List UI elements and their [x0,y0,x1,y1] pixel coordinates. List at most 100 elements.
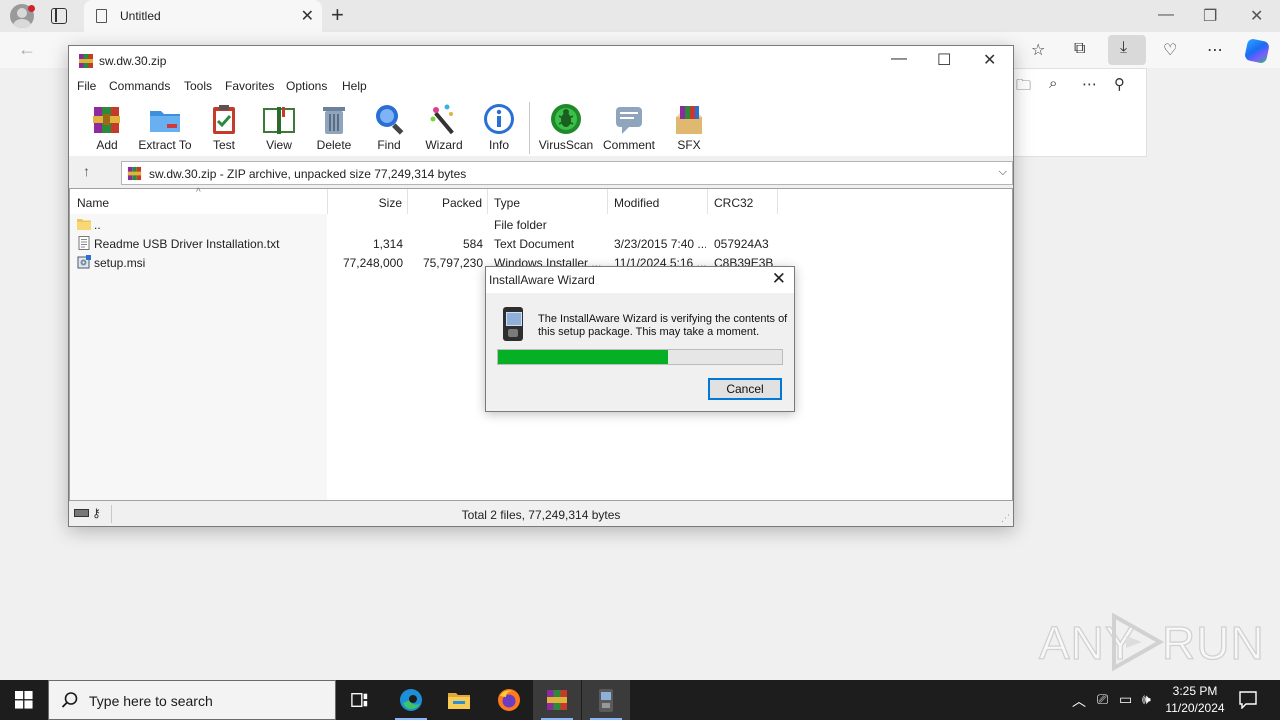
more-menu-icon[interactable]: ⋯ [1207,40,1223,60]
winrar-close-icon[interactable]: ✕ [983,50,996,70]
collections-icon[interactable]: ⧉ [1074,40,1085,58]
winrar-menubar: File Commands Tools Favorites Options He… [69,76,1013,96]
table-row[interactable]: Readme USB Driver Installation.txt 1,314… [70,234,1012,253]
test-button[interactable]: Test [195,100,253,154]
comment-icon [616,107,642,134]
column-header-modified[interactable]: Modified [608,189,708,214]
sfx-label: SFX [677,138,701,152]
comment-button[interactable]: Comment [600,100,658,154]
volume-icon: 🕪 [1142,691,1151,707]
downloads-button[interactable]: ⤓ [1108,35,1146,65]
add-label: Add [96,138,118,152]
dialog-close-icon[interactable]: ✕ [772,269,786,289]
virusscan-button[interactable]: VirusScan [537,100,595,154]
start-button[interactable] [0,680,48,720]
column-header-crc32[interactable]: CRC32 [708,189,778,214]
browser-tab-strip: Untitled ✕ + — ❐ ✕ [0,0,1280,32]
extract-to-button[interactable]: Extract To [136,100,194,154]
view-label: View [266,138,292,152]
open-folder-icon[interactable]: 🗀 [1016,75,1031,100]
magic-wand-icon [430,104,454,135]
new-tab-icon[interactable]: + [331,2,344,28]
up-arrow-icon[interactable]: ↑ [83,163,90,179]
winrar-titlebar[interactable]: sw.dw.30.zip — ☐ ✕ [69,46,1013,76]
tray-network[interactable]: ▭ [1117,680,1137,720]
taskbar-edge[interactable] [387,680,435,720]
play-logo-icon [1112,612,1165,672]
cancel-button[interactable]: Cancel [708,378,782,400]
browser-restore-icon[interactable]: ❐ [1203,6,1217,26]
pin-icon[interactable]: ⚲ [1114,75,1125,93]
address-bar: ↑ sw.dw.30.zip - ZIP archive, unpacked s… [69,158,1013,186]
column-header-size[interactable]: Size [328,189,408,214]
menu-options[interactable]: Options [286,79,327,93]
show-hidden-icons[interactable]: ︿ [1068,680,1088,720]
installaware-taskbar-icon [599,689,613,712]
menu-help[interactable]: Help [342,79,367,93]
cell-name: .. [94,218,101,232]
info-button[interactable]: Info [470,100,528,154]
winrar-maximize-icon[interactable]: ☐ [937,50,951,70]
tray-device[interactable]: ⎚ [1094,680,1114,720]
taskbar-search-input[interactable]: Type here to search [48,680,336,720]
wizard-button[interactable]: Wizard [415,100,473,154]
cell-name: setup.msi [94,256,146,270]
winrar-taskbar-icon [547,690,567,710]
browser-essentials-icon[interactable]: ♡ [1163,40,1177,60]
panel-search-icon[interactable]: ⌕ [1049,75,1057,92]
cell-type: Text Document [494,237,575,251]
taskbar-installaware[interactable] [582,680,630,720]
search-placeholder: Type here to search [89,693,213,709]
view-book-icon [263,107,295,134]
notification-icon [1239,691,1257,709]
browser-close-icon[interactable]: ✕ [1250,6,1263,26]
edge-browser-icon [400,689,422,711]
resize-grip-icon[interactable]: ⋰ [1001,513,1010,524]
page-icon [96,9,107,23]
cell-name: Readme USB Driver Installation.txt [94,237,280,251]
column-header-name[interactable]: Name ^ [70,187,328,214]
table-row[interactable]: .. File folder [70,215,1012,234]
winrar-minimize-icon[interactable]: — [891,50,907,68]
extract-to-label: Extract To [138,138,192,152]
add-button[interactable]: Add [78,100,136,154]
browser-minimize-icon[interactable]: — [1158,6,1174,24]
favorites-icon[interactable]: ☆ [1031,40,1045,60]
delete-label: Delete [316,138,352,152]
taskbar-firefox[interactable] [485,680,533,720]
close-tab-icon[interactable]: ✕ [301,6,314,26]
info-label: Info [488,138,509,152]
tab-actions-icon[interactable] [51,8,67,24]
virus-bug-icon [551,104,581,134]
file-explorer-icon [448,693,470,709]
delete-button[interactable]: Delete [305,100,363,154]
menu-favorites[interactable]: Favorites [225,79,274,93]
menu-commands[interactable]: Commands [109,79,170,93]
test-label: Test [212,138,235,152]
menu-file[interactable]: File [77,79,96,93]
taskbar-winrar[interactable] [533,680,581,720]
browser-tab[interactable]: Untitled ✕ [84,0,322,32]
taskbar-file-explorer[interactable] [435,680,483,720]
panel-more-icon[interactable]: ⋯ [1082,75,1097,93]
installaware-dialog: InstallAware Wizard ✕ The InstallAware W… [485,266,795,412]
notifications-button[interactable] [1238,680,1258,720]
find-button[interactable]: Find [360,100,418,154]
column-header-type[interactable]: Type [488,189,608,214]
back-arrow-icon[interactable]: ← [18,39,36,60]
firefox-icon [498,689,520,711]
archive-path-dropdown[interactable]: sw.dw.30.zip - ZIP archive, unpacked siz… [121,161,1013,185]
menu-tools[interactable]: Tools [184,79,212,93]
task-view-button[interactable] [336,680,384,720]
clock-time: 3:25 PM [1172,684,1218,698]
column-header-packed[interactable]: Packed [408,189,488,214]
progress-fill [498,350,669,364]
clock[interactable]: 3:25 PM 11/20/2024 [1160,683,1230,717]
dialog-titlebar[interactable]: InstallAware Wizard ✕ [486,267,794,293]
tray-volume[interactable]: 🕪 [1140,680,1160,720]
sfx-button[interactable]: SFX [660,100,718,154]
winrar-toolbar: Add Extract To Test View Delete Find Wiz… [69,96,1013,156]
cell-size: 77,248,000 [342,256,403,270]
view-button[interactable]: View [250,100,308,154]
comment-label: Comment [602,138,655,152]
